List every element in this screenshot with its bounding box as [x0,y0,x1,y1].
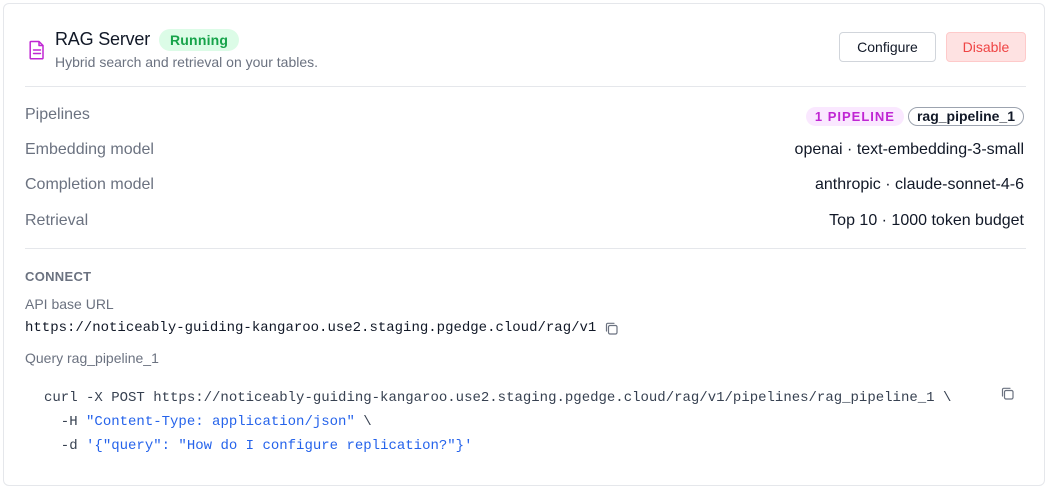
rag-server-card: RAG Server Running Hybrid search and ret… [3,3,1045,486]
disable-button[interactable]: Disable [946,32,1026,62]
api-base-url: https://noticeably-guiding-kangaroo.use2… [25,320,597,336]
code-line-3: -d '{"query": "How do I configure replic… [44,434,951,458]
code-data-string: '{"query": "How do I configure replicati… [86,438,473,454]
retrieval-value: Top 10 · 1000 token budget [829,212,1024,229]
pipelines-value: 1 PIPELINE rag_pipeline_1 [805,107,1024,126]
status-badge: Running [159,29,240,51]
pipelines-label: Pipelines [25,106,90,123]
pipeline-name-chip[interactable]: rag_pipeline_1 [907,107,1024,126]
completion-model-label: Completion model [25,176,154,193]
copy-code-icon[interactable] [1000,386,1015,401]
connect-heading: CONNECT [25,269,92,284]
details-divider [25,248,1026,249]
embedding-model-value: openai · text-embedding-3-small [794,141,1024,158]
code-data-flag: -d [44,438,87,454]
retrieval-label: Retrieval [25,212,89,229]
query-label: Query rag_pipeline_1 [25,350,159,366]
page-title: RAG Server [55,29,151,49]
code-line-continuation: \ [354,414,372,430]
pipeline-count-badge: 1 PIPELINE [805,107,904,126]
completion-model-value: anthropic · claude-sonnet-4-6 [814,176,1024,193]
configure-button[interactable]: Configure [839,32,936,62]
embedding-model-label: Embedding model [25,141,154,158]
page-subtitle: Hybrid search and retrieval on your tabl… [55,54,319,70]
code-line-2: -H "Content-Type: application/json" \ [44,410,951,434]
curl-code-block: curl -X POST https://noticeably-guiding-… [44,386,951,458]
copy-url-icon[interactable] [604,321,619,336]
code-header-flag: -H [44,414,87,430]
document-icon [29,40,44,60]
api-base-url-label: API base URL [25,296,114,312]
code-header-string: "Content-Type: application/json" [86,414,355,430]
code-line-1: curl -X POST https://noticeably-guiding-… [44,390,952,406]
header-divider [25,86,1026,87]
